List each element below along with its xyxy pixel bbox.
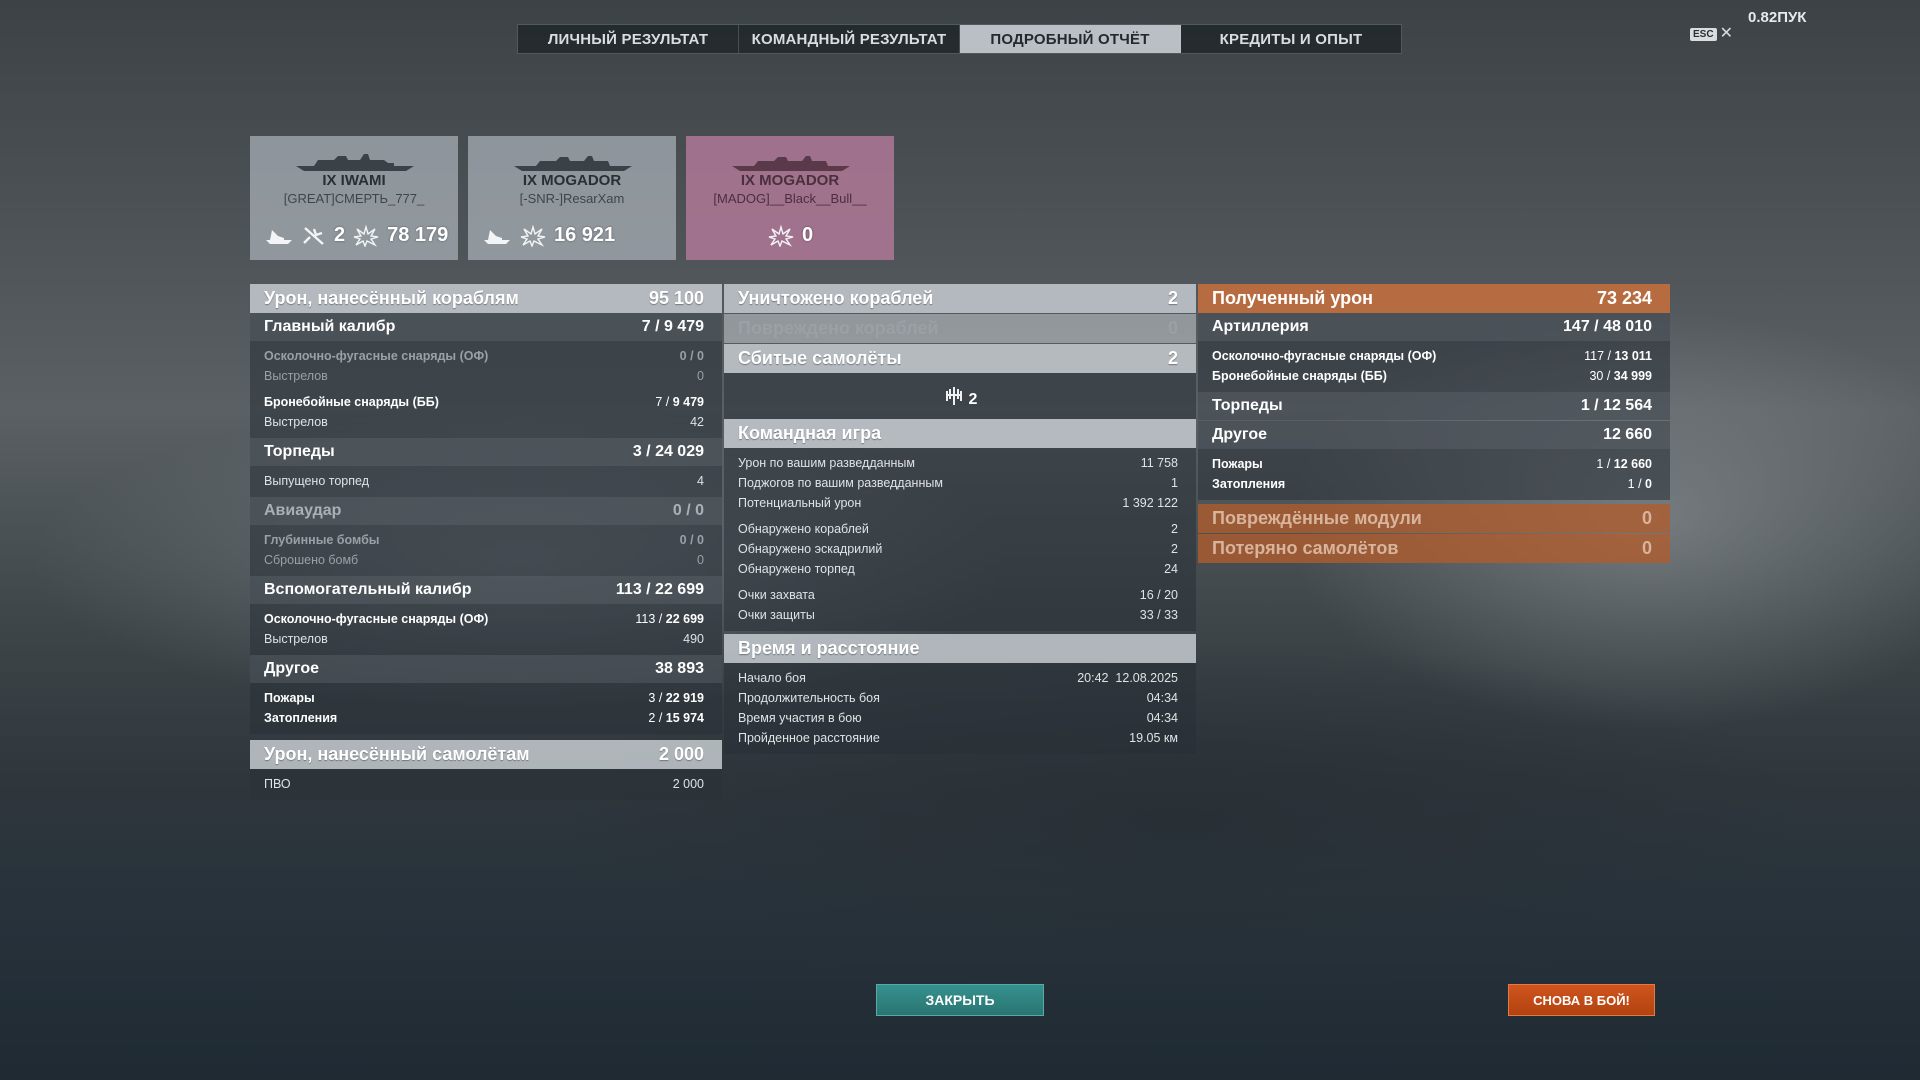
ship-destroyed-icon [266,229,292,244]
capture-points-row: Очки захвата 16 / 20 [738,588,1178,602]
damage-value: 78 179 [387,224,449,246]
ship-name: IX IWAMI [322,172,386,189]
damage-value: 0 [802,224,814,246]
damage-burst-icon [768,224,794,247]
esc-close-button[interactable]: ESC ✕ [1690,25,1733,42]
detected-ships-row: Обнаружено кораблей 2 [738,522,1178,536]
planes-count: 2 [968,391,978,408]
ship-card-mogador-enemy[interactable]: IX MOGADOR [MADOG]__Black__Bull__ 0 [686,136,894,260]
torpedoes-fired-row: Выпущено торпед 4 [264,474,704,488]
esc-key-icon: ESC [1690,27,1717,41]
damage-dealt-panel: Урон, нанесённый кораблям 95 100 Главный … [250,284,722,800]
ap-shells-row: Бронебойные снаряды (ББ) 7 / 9 479 [264,395,704,409]
aa-row: ПВО 2 000 [264,777,704,791]
battleship-silhouette-icon [296,154,414,171]
tab-team-result[interactable]: КОМАНДНЫЙ РЕЗУЛЬТАТ [739,25,960,53]
main-caliber-row: Главный калибр 7 / 9 479 [250,313,722,341]
received-damage-header: Полученный урон 73 234 [1198,284,1670,313]
destroyer-silhouette-icon [732,156,850,171]
defense-points-row: Очки защиты 33 / 33 [738,608,1178,622]
ships-damaged-header: Повреждено кораблей 0 [724,314,1196,343]
player-nickname: [GREAT]СМЕРТЬ_777_ [283,191,425,206]
received-torpedoes-row: Торпеды 1 / 12 564 [1198,392,1670,420]
other-damage-details: Пожары 3 / 22 919 Затопления 2 / 15 974 [250,683,722,734]
received-other-row: Другое 12 660 [1198,421,1670,449]
ship-card-iwami[interactable]: IX IWAMI [GREAT]СМЕРТЬ_777_ 2 78 179 [250,136,458,260]
report-tabs: ЛИЧНЫЙ РЕЗУЛЬТАТ КОМАНДНЫЙ РЕЗУЛЬТАТ ПОД… [517,24,1402,54]
time-distance-details: Начало боя 20:42 12.08.2025 Продолжительн… [724,663,1196,754]
received-other-details: Пожары 1 / 12 660 Затопления 1 / 0 [1198,449,1670,500]
received-floods-row: Затопления 1 / 0 [1212,477,1652,491]
received-fires-row: Пожары 1 / 12 660 [1212,457,1652,471]
fighter-plane-icon [945,387,962,405]
destroyer-silhouette-icon [514,156,632,171]
detected-squadrons-row: Обнаружено эскадрилий 2 [738,542,1178,556]
airstrike-row: Авиаудар 0 / 0 [250,497,722,525]
secondary-shots-row: Выстрелов 490 [264,632,704,646]
potential-damage-row: Потенциальный урон 1 392 122 [738,496,1178,510]
battle-start-row: Начало боя 20:42 12.08.2025 [738,671,1178,685]
damage-burst-icon [520,224,546,247]
floods-row: Затопления 2 / 15 974 [264,711,704,725]
ships-destroyed-header: Уничтожено кораблей 2 [724,284,1196,313]
ship-name: IX MOGADOR [522,172,622,189]
damage-received-panel: Полученный урон 73 234 Артиллерия 147 / 48… [1198,284,1670,563]
distance-row: Пройденное расстояние 19.05 км [738,731,1178,745]
damage-to-planes-header: Урон, нанесённый самолётам 2 000 [250,740,722,769]
other-damage-row: Другое 38 893 [250,655,722,683]
torpedoes-details: Выпущено торпед 4 [250,466,722,497]
close-icon: ✕ [1719,25,1733,42]
secondary-battery-row: Вспомогательный калибр 113 / 22 699 [250,576,722,604]
battle-again-button[interactable]: СНОВА В БОЙ! [1508,984,1655,1016]
time-distance-header: Время и расстояние [724,634,1196,663]
bombs-dropped-row: Сброшено бомб 0 [264,553,704,567]
ship-name: IX MOGADOR [740,172,840,189]
version-label: 0.82ПУК [1748,9,1807,26]
ship-destroyed-icon [484,229,510,244]
ship-card-mogador-ally[interactable]: IX MOGADOR [-SNR-]ResarXam 16 921 [468,136,676,260]
kills-value: 2 [334,224,346,246]
ap-shots-row: Выстрелов 42 [264,415,704,429]
artillery-row: Артиллерия 147 / 48 010 [1198,313,1670,341]
plane-shot-down-icon [303,226,324,245]
spotting-damage-row: Урон по вашим разведданным 11 758 [738,456,1178,470]
damage-burst-icon [353,224,379,247]
spotting-fires-row: Поджогов по вашим разведданным 1 [738,476,1178,490]
aa-details: ПВО 2 000 [250,769,722,800]
he-shells-row: Осколочно-фугасные снаряды (ОФ) 0 / 0 [264,349,704,363]
close-button[interactable]: ЗАКРЫТЬ [876,984,1044,1016]
participation-time-row: Время участия в бою 04:34 [738,711,1178,725]
player-nickname: [MADOG]__Black__Bull__ [713,191,867,206]
team-play-panel: Уничтожено кораблей 2 Повреждено кораблей… [724,284,1196,754]
planes-shot-down-header: Сбитые самолёты 2 [724,344,1196,373]
player-nickname: [-SNR-]ResarXam [519,191,625,206]
depth-charges-row: Глубинные бомбы 0 / 0 [264,533,704,547]
tab-personal-result[interactable]: ЛИЧНЫЙ РЕЗУЛЬТАТ [518,25,739,53]
torpedoes-row: Торпеды 3 / 24 029 [250,438,722,466]
team-play-header: Командная игра [724,419,1196,448]
airstrike-details: Глубинные бомбы 0 / 0 Сброшено бомб 0 [250,525,722,576]
team-play-details: Урон по вашим разведданным 11 758 Поджого… [724,448,1196,631]
artillery-details: Осколочно-фугасные снаряды (ОФ) 117 / 13 … [1198,341,1670,392]
secondary-he-row: Осколочно-фугасные снаряды (ОФ) 113 / 22 … [264,612,704,626]
planes-shot-down-detail: 2 [724,373,1196,419]
damage-value: 16 921 [554,224,616,246]
planes-lost-header: Потеряно самолётов 0 [1198,534,1670,563]
received-he-row: Осколочно-фугасные снаряды (ОФ) 117 / 13 … [1212,349,1652,363]
fires-row: Пожары 3 / 22 919 [264,691,704,705]
detected-torpedoes-row: Обнаружено торпед 24 [738,562,1178,576]
damaged-modules-header: Повреждённые модули 0 [1198,504,1670,533]
main-caliber-details: Осколочно-фугасные снаряды (ОФ) 0 / 0 Выс… [250,341,722,438]
damage-to-ships-header: Урон, нанесённый кораблям 95 100 [250,284,722,313]
received-ap-row: Бронебойные снаряды (ББ) 30 / 34 999 [1212,369,1652,383]
tab-detailed-report[interactable]: ПОДРОБНЫЙ ОТЧЁТ [960,25,1181,53]
he-shots-row: Выстрелов 0 [264,369,704,383]
secondary-details: Осколочно-фугасные снаряды (ОФ) 113 / 22 … [250,604,722,655]
tab-credits-xp[interactable]: КРЕДИТЫ И ОПЫТ [1181,25,1401,53]
battle-duration-row: Продолжительность боя 04:34 [738,691,1178,705]
